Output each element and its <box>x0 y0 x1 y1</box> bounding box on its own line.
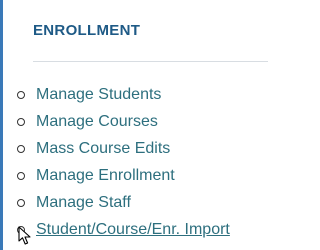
manage-students-link[interactable]: Manage Students <box>36 86 161 103</box>
bullet-icon <box>17 199 25 207</box>
student-course-enr-import-link[interactable]: Student/Course/Enr. Import <box>36 221 230 238</box>
bullet-icon <box>17 172 25 180</box>
bullet-icon <box>17 118 25 126</box>
mouse-pointer-icon <box>18 226 31 245</box>
menu-item-manage-courses: Manage Courses <box>3 111 230 138</box>
menu-item-manage-students: Manage Students <box>3 84 230 111</box>
manage-courses-link[interactable]: Manage Courses <box>36 113 158 130</box>
menu-item-mass-course-edits: Mass Course Edits <box>3 138 230 165</box>
section-heading: ENROLLMENT <box>33 22 141 39</box>
menu-item-manage-enrollment: Manage Enrollment <box>3 165 230 192</box>
menu-item-manage-staff: Manage Staff <box>3 192 230 219</box>
menu-item-import: Student/Course/Enr. Import <box>3 219 230 246</box>
divider <box>33 61 268 62</box>
manage-enrollment-link[interactable]: Manage Enrollment <box>36 167 175 184</box>
bullet-icon <box>17 91 25 99</box>
bullet-icon <box>17 145 25 153</box>
enrollment-panel: ENROLLMENT Manage Students Manage Course… <box>0 0 274 250</box>
enrollment-menu: Manage Students Manage Courses Mass Cour… <box>3 84 230 246</box>
mass-course-edits-link[interactable]: Mass Course Edits <box>36 140 170 157</box>
manage-staff-link[interactable]: Manage Staff <box>36 194 131 211</box>
